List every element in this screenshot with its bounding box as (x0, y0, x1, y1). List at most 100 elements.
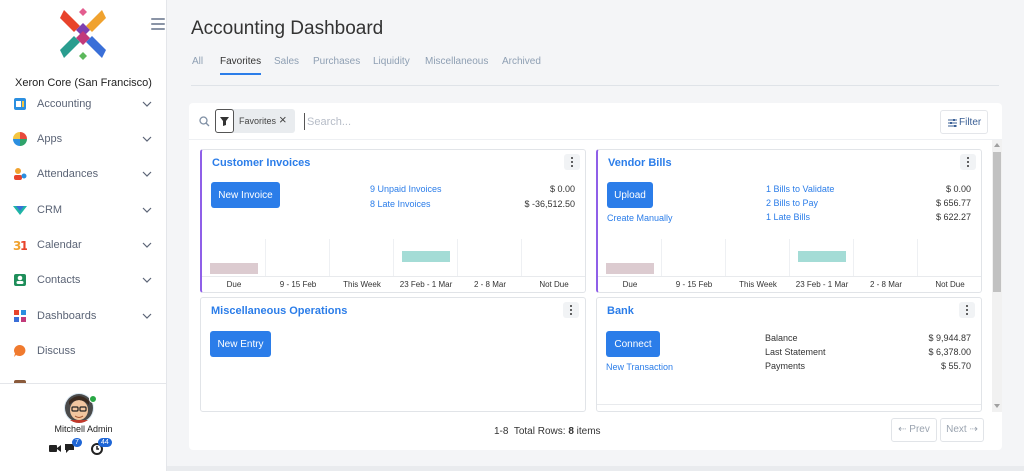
sidebar-item-label: Contacts (37, 274, 81, 286)
search-input[interactable] (304, 113, 804, 130)
remove-facet-button[interactable]: × (279, 112, 287, 127)
messages-count-badge: 7 (72, 438, 82, 447)
pager-total: 8 (568, 426, 574, 437)
graph-bar[interactable] (798, 250, 846, 262)
graph-bar[interactable] (210, 262, 258, 274)
next-label: Next (946, 424, 967, 436)
sidebar-item-label: CRM (37, 204, 63, 216)
main-content: Accounting Dashboard All Favorites Sales… (167, 0, 1024, 471)
sidebar-item-discuss[interactable]: Discuss (0, 341, 167, 361)
scroll-up-arrow[interactable] (994, 143, 1000, 147)
late-bills-link[interactable]: 1 Late Bills (766, 212, 810, 222)
graph-column[interactable] (918, 239, 981, 276)
card-miscellaneous-operations: Miscellaneous Operations New Entry (200, 297, 586, 412)
graph-column[interactable] (522, 239, 585, 276)
horizontal-scrollbar (167, 466, 1024, 471)
arrow-right-icon: ⇢ (969, 424, 978, 436)
sidebar-item-crm[interactable]: CRM (0, 200, 167, 220)
scroll-down-arrow[interactable] (994, 404, 1000, 408)
sidebar: Xeron Core (San Francisco) Accounting Ap… (0, 0, 167, 471)
create-manually-link[interactable]: Create Manually (607, 213, 673, 223)
sidebar-item-accounting[interactable]: Accounting (0, 94, 167, 114)
sidebar-item-contacts[interactable]: Contacts (0, 270, 167, 290)
tab-miscellaneous[interactable]: Miscellaneous (425, 56, 488, 75)
sidebar-item-calendar[interactable]: 31 Calendar (0, 235, 167, 255)
new-transaction-link[interactable]: New Transaction (606, 362, 673, 372)
search-icon (199, 116, 210, 127)
pager-unit: items (576, 426, 601, 437)
graph-column[interactable] (330, 239, 394, 276)
sidebar-item-apps[interactable]: Apps (0, 129, 167, 149)
late-invoices-amount: $ -36,512.50 (524, 199, 575, 209)
card-title[interactable]: Miscellaneous Operations (211, 305, 347, 317)
graph-column[interactable] (266, 239, 330, 276)
invoices-graph[interactable]: Due 9 - 15 Feb This Week 23 Feb - 1 Mar 2 - … (202, 239, 585, 291)
card-title[interactable]: Customer Invoices (212, 157, 310, 169)
bills-to-pay-amount: $ 656.77 (935, 198, 971, 208)
chevron-down-icon (142, 136, 152, 142)
bills-graph[interactable]: Due 9 - 15 Feb This Week 23 Feb - 1 Mar 2 - … (598, 239, 981, 291)
graph-label: 9 - 15 Feb (675, 280, 713, 289)
new-entry-button[interactable]: New Entry (210, 331, 271, 357)
sidebar-item-partial[interactable] (0, 376, 167, 383)
graph-bar[interactable] (402, 250, 450, 262)
graph-label: 9 - 15 Feb (279, 280, 317, 289)
graph-label: Due (622, 280, 638, 289)
prev-page-button[interactable]: ⇠ Prev (891, 418, 937, 442)
tab-liquidity[interactable]: Liquidity (373, 56, 410, 75)
card-title[interactable]: Vendor Bills (608, 157, 672, 169)
bills-to-validate-amount: $ 0.00 (945, 184, 971, 194)
card-options-button[interactable] (960, 154, 976, 170)
user-name: Mitchell Admin (54, 424, 113, 434)
last-statement-label: Last Statement (765, 347, 826, 357)
bills-to-pay-link[interactable]: 2 Bills to Pay (766, 198, 818, 208)
contacts-icon (14, 274, 26, 286)
new-invoice-button[interactable]: New Invoice (211, 182, 280, 208)
card-vendor-bills: Vendor Bills Upload Create Manually 1 Bi… (596, 149, 982, 293)
filter-button[interactable]: Filter (940, 110, 988, 134)
graph-label: 2 - 8 Mar (473, 280, 506, 289)
card-options-button[interactable] (563, 302, 579, 318)
sidebar-item-attendances[interactable]: Attendances (0, 164, 167, 184)
dashboards-icon (14, 310, 26, 322)
tab-all[interactable]: All (192, 56, 203, 75)
next-page-button[interactable]: Next ⇢ (940, 418, 984, 442)
late-invoices-link[interactable]: 8 Late Invoices (370, 199, 431, 209)
card-title[interactable]: Bank (607, 305, 634, 317)
graph-baseline (598, 276, 981, 277)
graph-column[interactable] (726, 239, 790, 276)
tab-favorites[interactable]: Favorites (220, 56, 262, 75)
tab-archived[interactable]: Archived (502, 56, 541, 75)
activities-count-badge: 44 (98, 438, 112, 447)
crm-icon (13, 206, 27, 215)
tab-purchases[interactable]: Purchases (313, 56, 360, 75)
menu-toggle-button[interactable] (151, 18, 165, 30)
tab-sales[interactable]: Sales (274, 56, 299, 75)
chevron-down-icon (142, 242, 152, 248)
balance-amount: $ 9,944.87 (928, 333, 971, 343)
card-options-button[interactable] (959, 302, 975, 318)
bills-to-validate-link[interactable]: 1 Bills to Validate (766, 184, 834, 194)
graph-column[interactable] (662, 239, 726, 276)
connect-button[interactable]: Connect (606, 331, 660, 357)
discuss-icon (14, 345, 26, 357)
vertical-scrollbar[interactable] (992, 140, 1002, 412)
card-options-button[interactable] (564, 154, 580, 170)
dashboard-panel: Favorites × Filter Customer Invoices New… (189, 103, 1002, 450)
sidebar-item-dashboards[interactable]: Dashboards (0, 306, 167, 326)
graph-label: 2 - 8 Mar (869, 280, 902, 289)
unpaid-invoices-link[interactable]: 9 Unpaid Invoices (370, 184, 442, 194)
sidebar-menu: Accounting Apps Attendances CRM 31 Calen… (0, 86, 167, 383)
video-camera-icon[interactable] (48, 441, 62, 455)
scroll-thumb[interactable] (993, 152, 1001, 292)
graph-label: 23 Feb - 1 Mar (399, 280, 453, 289)
graph-column[interactable] (458, 239, 522, 276)
dashboard-tabs: All Favorites Sales Purchases Liquidity … (191, 56, 999, 86)
card-bank: Bank Connect New Transaction Balance $ 9… (596, 297, 982, 412)
company-logo (60, 8, 106, 60)
graph-column[interactable] (854, 239, 918, 276)
sidebar-item-label: Apps (37, 133, 63, 145)
graph-bar[interactable] (606, 262, 654, 274)
arrow-left-icon: ⇠ (898, 424, 907, 436)
upload-button[interactable]: Upload (607, 182, 653, 208)
